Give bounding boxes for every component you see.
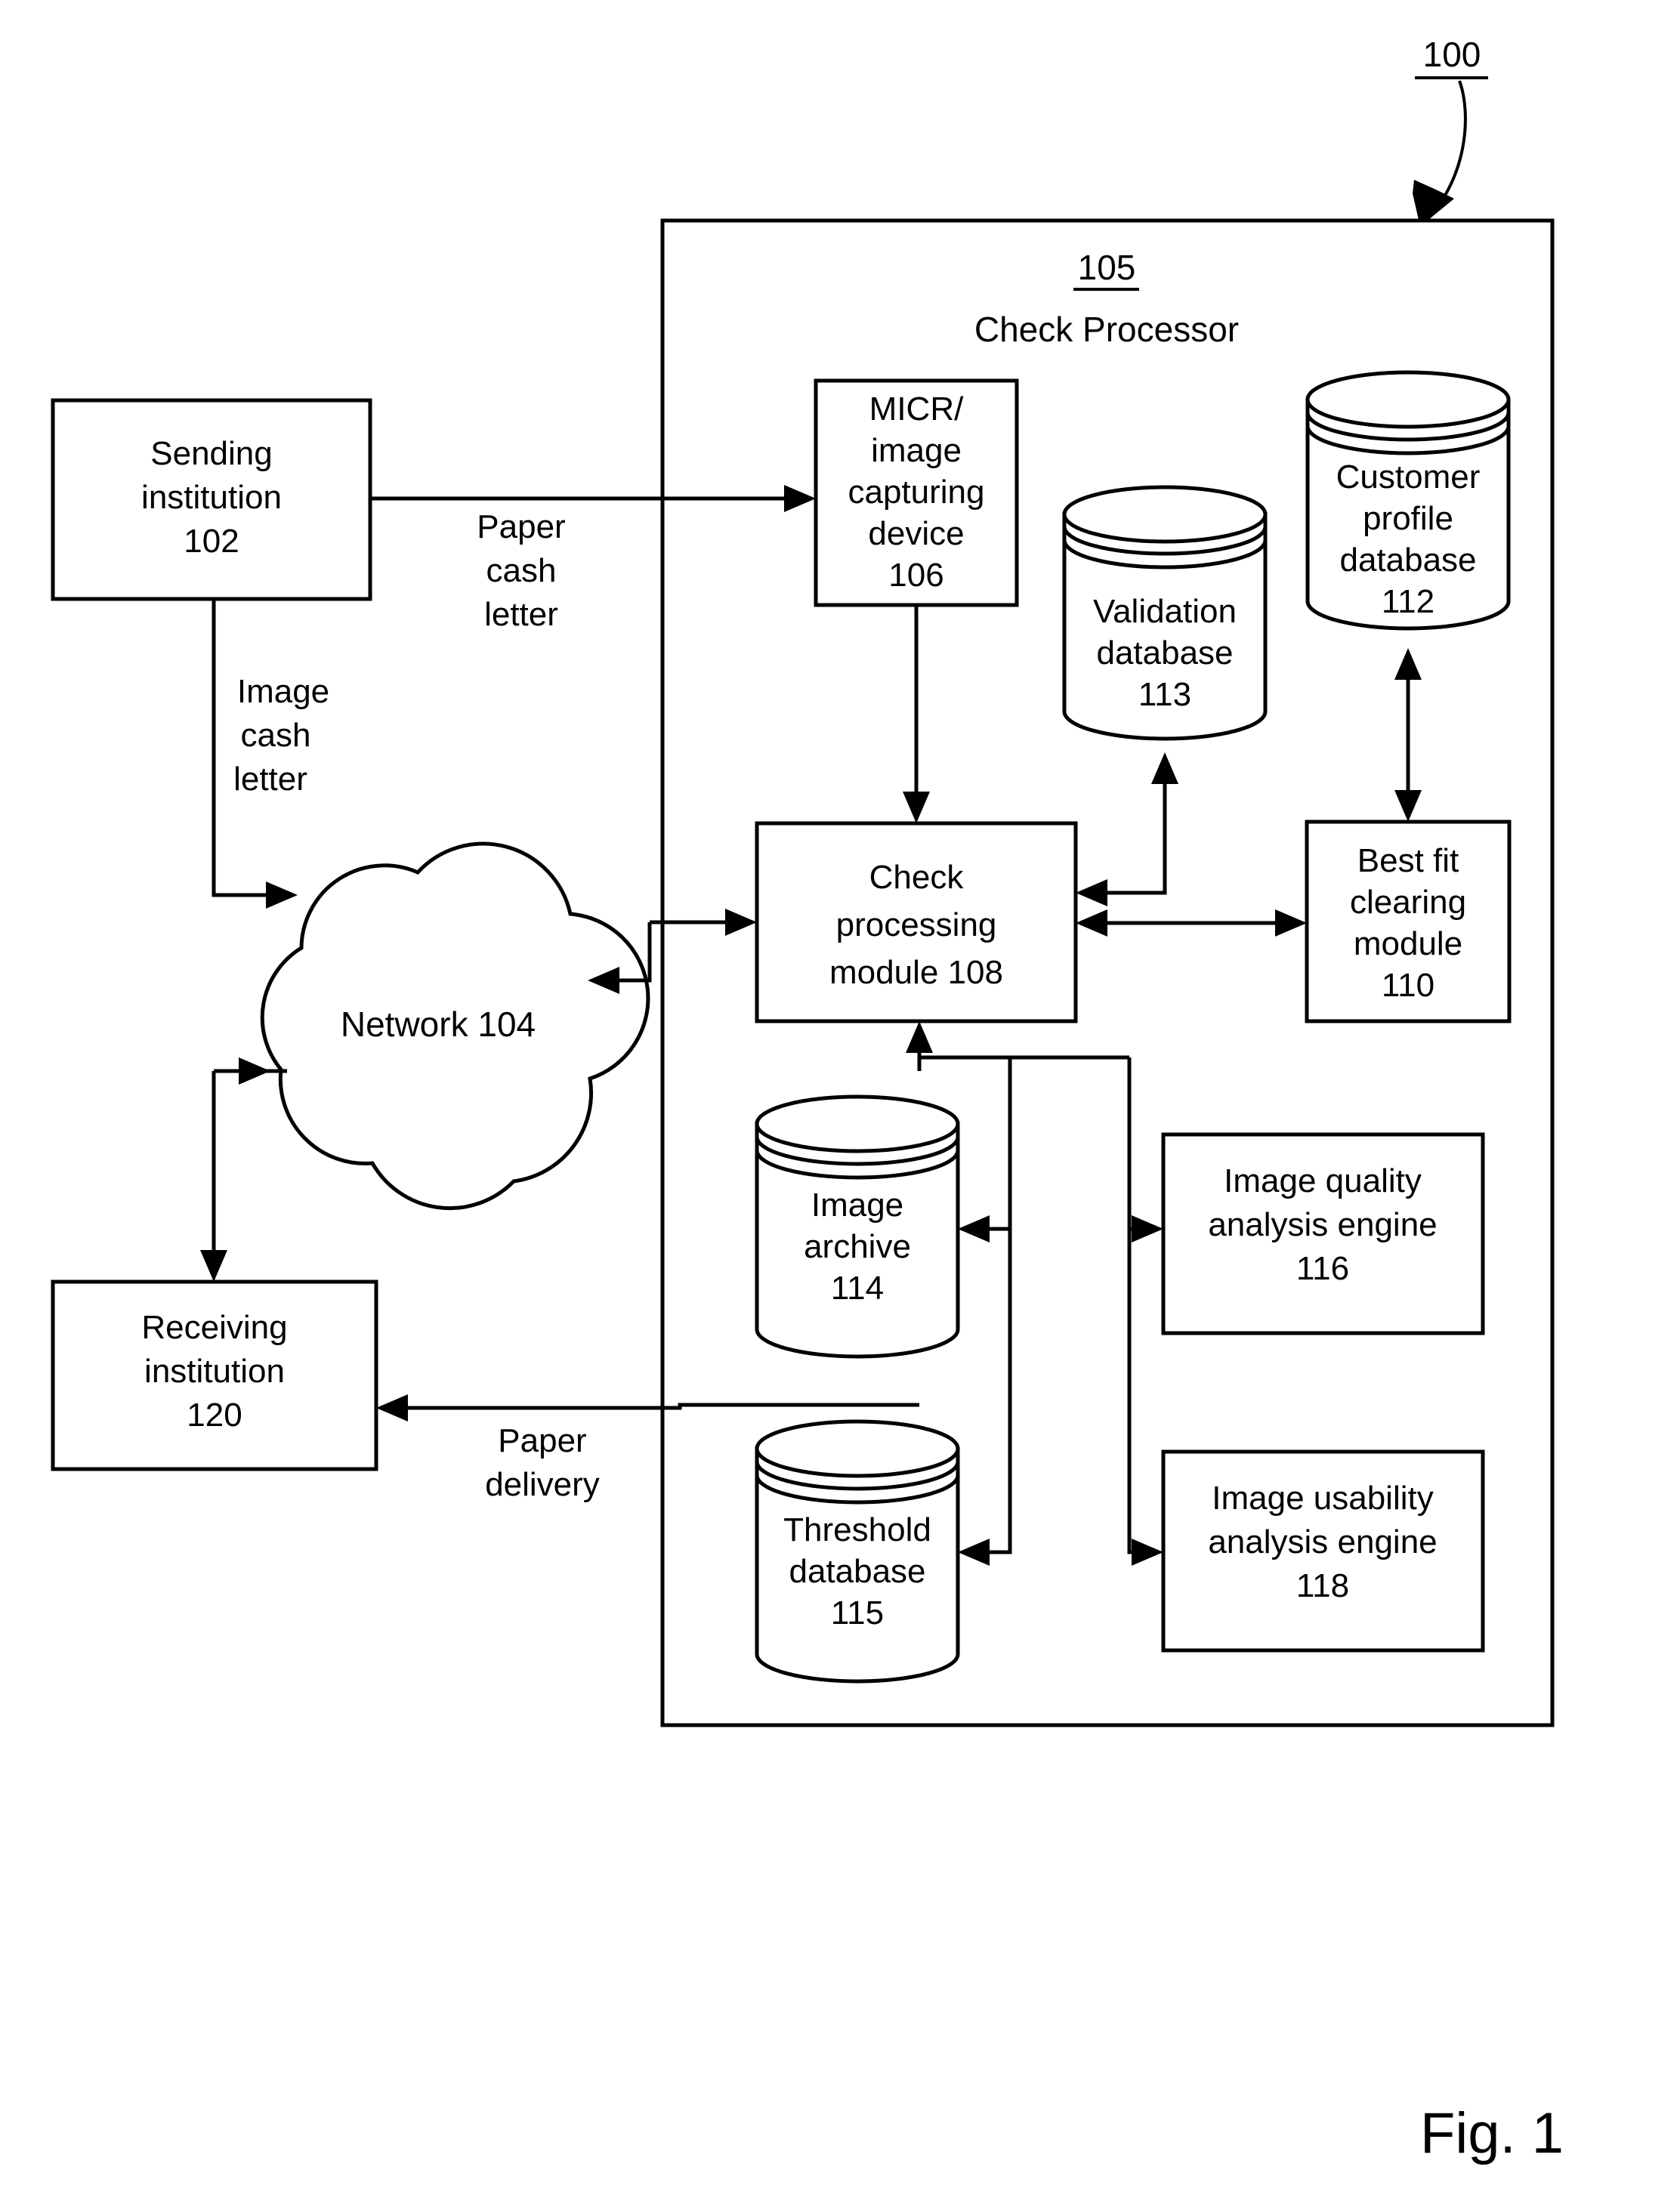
image-quality-engine-label-2: analysis engine bbox=[1208, 1206, 1437, 1243]
image-cash-letter-label-3: letter bbox=[233, 761, 307, 798]
paper-cash-letter-label-2: cash bbox=[486, 552, 557, 589]
threshold-database-label-1: Threshold bbox=[783, 1511, 931, 1548]
micr-device-label-4: device bbox=[868, 515, 964, 552]
edge-network-to-receiving bbox=[200, 1071, 227, 1282]
network-label: Network 104 bbox=[341, 1005, 536, 1044]
validation-database-label-2: database bbox=[1096, 634, 1233, 671]
check-processing-label-1: Check bbox=[869, 859, 965, 896]
customer-profile-label-2: profile bbox=[1363, 500, 1453, 537]
sending-institution-ref: 102 bbox=[184, 523, 239, 560]
edge-sending-to-network bbox=[212, 599, 298, 909]
paper-cash-letter-label-1: Paper bbox=[477, 508, 565, 545]
system-ref-label: 100 bbox=[1423, 35, 1481, 74]
system-architecture-diagram: 100 105 Check Processor Sending institut… bbox=[51, 35, 1564, 2165]
validation-database-label-1: Validation bbox=[1093, 593, 1237, 630]
micr-device-label-2: image bbox=[871, 432, 962, 469]
paper-cash-letter-label-3: letter bbox=[484, 596, 558, 633]
system-ref-callout bbox=[1413, 76, 1488, 228]
check-processor-title: Check Processor bbox=[974, 310, 1239, 349]
image-usability-engine-label-1: Image usability bbox=[1212, 1480, 1433, 1517]
image-quality-engine-label-1: Image quality bbox=[1224, 1162, 1422, 1199]
check-processor-ref: 105 bbox=[1078, 248, 1136, 287]
image-quality-engine-ref: 116 bbox=[1296, 1250, 1349, 1287]
best-fit-label-1: Best fit bbox=[1357, 842, 1459, 879]
image-archive-cylinder bbox=[755, 1094, 960, 1359]
micr-device-ref: 106 bbox=[888, 557, 943, 594]
sending-institution-label-1: Sending bbox=[150, 435, 272, 472]
figure-caption: Fig. 1 bbox=[1420, 2101, 1564, 2165]
image-cash-letter-label-2: cash bbox=[241, 717, 311, 754]
best-fit-label-2: clearing bbox=[1350, 884, 1466, 921]
patent-figure-1: 100 105 Check Processor Sending institut… bbox=[0, 0, 1680, 2204]
paper-delivery-label-2: delivery bbox=[485, 1466, 600, 1503]
image-cash-letter-label-1: Image bbox=[237, 673, 329, 710]
threshold-database-label-2: database bbox=[789, 1553, 925, 1590]
image-usability-engine-label-2: analysis engine bbox=[1208, 1523, 1437, 1560]
receiving-institution-label-1: Receiving bbox=[141, 1309, 287, 1346]
image-usability-engine-ref: 118 bbox=[1296, 1567, 1349, 1604]
validation-database-ref: 113 bbox=[1138, 676, 1191, 713]
receiving-institution-label-2: institution bbox=[144, 1353, 285, 1390]
sending-institution-label-2: institution bbox=[141, 479, 282, 516]
image-archive-label-1: Image bbox=[811, 1187, 903, 1224]
image-archive-label-2: archive bbox=[804, 1228, 911, 1265]
check-processing-label-2: processing bbox=[836, 906, 997, 943]
best-fit-ref: 110 bbox=[1382, 967, 1434, 1004]
paper-delivery-label-1: Paper bbox=[498, 1422, 586, 1459]
customer-profile-label-3: database bbox=[1339, 542, 1476, 579]
micr-device-label-1: MICR/ bbox=[869, 390, 964, 428]
check-processing-label-3: module 108 bbox=[829, 954, 1003, 991]
receiving-institution-ref: 120 bbox=[187, 1397, 242, 1434]
customer-profile-label-1: Customer bbox=[1336, 458, 1481, 495]
image-archive-ref: 114 bbox=[831, 1270, 884, 1307]
threshold-database-cylinder bbox=[755, 1419, 960, 1684]
micr-device-label-3: capturing bbox=[848, 474, 984, 511]
threshold-database-ref: 115 bbox=[831, 1594, 884, 1631]
best-fit-label-3: module bbox=[1354, 925, 1462, 962]
customer-profile-ref: 112 bbox=[1382, 583, 1434, 620]
